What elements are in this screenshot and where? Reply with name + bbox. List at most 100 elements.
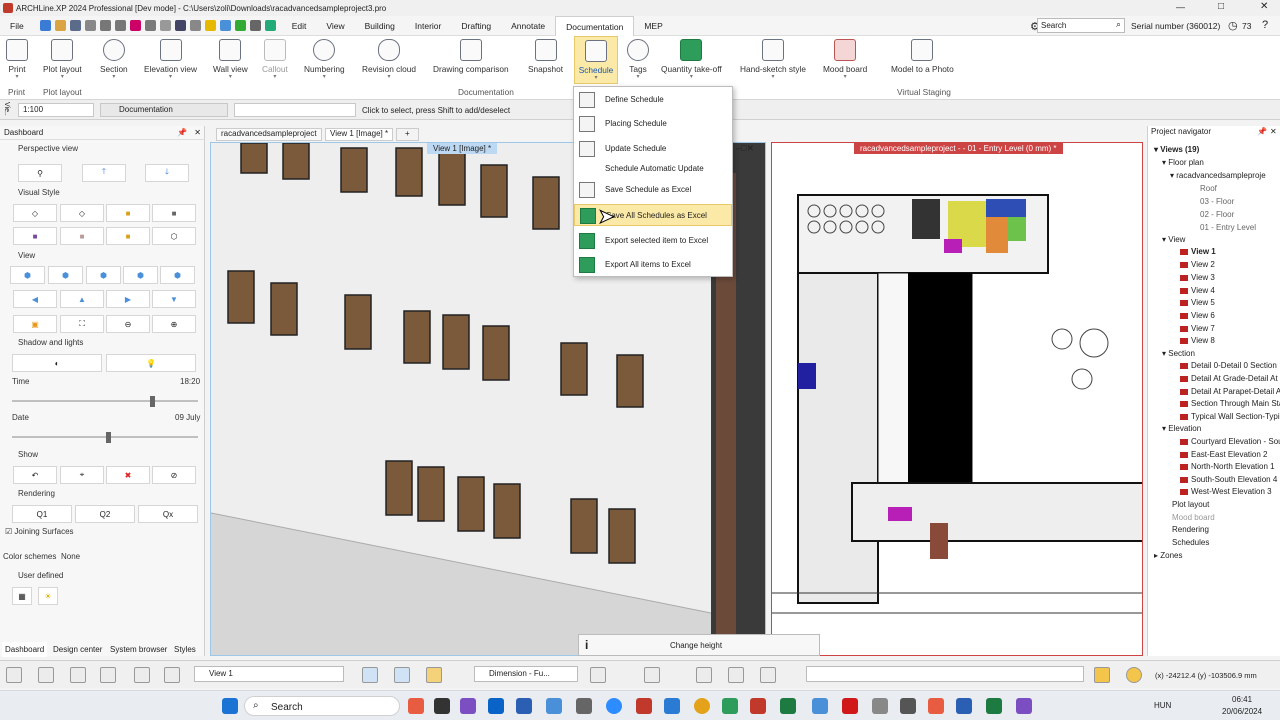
- navigator-close-icon[interactable]: ✕: [1270, 127, 1277, 136]
- windows-start-icon[interactable]: [222, 698, 238, 714]
- window-icon[interactable]: [219, 20, 231, 31]
- menu-drafting[interactable]: Drafting: [451, 16, 501, 36]
- app-icon-17[interactable]: [872, 698, 888, 714]
- search-box[interactable]: Search ⌕: [1037, 18, 1125, 33]
- nav-section-3[interactable]: Detail At Parapet-Detail A: [1180, 387, 1280, 396]
- app-icon-12[interactable]: [722, 698, 738, 714]
- nav-rendering[interactable]: Rendering: [1172, 525, 1209, 534]
- nav-elevation-2[interactable]: East-East Elevation 2: [1180, 450, 1267, 459]
- redo-icon[interactable]: [114, 20, 126, 31]
- app-icon-15[interactable]: [812, 698, 828, 714]
- style-shaded-button[interactable]: ■: [106, 204, 150, 222]
- style-sketch-button[interactable]: ■: [106, 227, 150, 245]
- view-right-button[interactable]: ⬢: [123, 266, 158, 284]
- nav-elevation-1[interactable]: Courtyard Elevation - Sou: [1180, 437, 1280, 446]
- style-color-button[interactable]: ■: [13, 227, 57, 245]
- outlook-icon[interactable]: [488, 698, 504, 714]
- nav-section-2[interactable]: Detail At Grade-Detail At: [1180, 374, 1278, 383]
- search-icon[interactable]: ⌕: [1116, 19, 1121, 30]
- nav-zones[interactable]: ▸ Zones: [1154, 551, 1182, 560]
- app-icon-14[interactable]: [780, 698, 796, 714]
- iso-nw-button[interactable]: ▼: [152, 290, 196, 308]
- nav-views[interactable]: ▾ Views (19): [1154, 145, 1199, 154]
- zoom-icon[interactable]: [606, 698, 622, 714]
- nav-plot-layout[interactable]: Plot layout: [1172, 500, 1209, 509]
- new-icon[interactable]: [39, 20, 51, 31]
- schedule-button[interactable]: Schedule ▾: [574, 36, 618, 84]
- nav-view-6[interactable]: View 6: [1180, 311, 1215, 320]
- time-slider-thumb[interactable]: [150, 396, 155, 407]
- save-schedule-excel-item[interactable]: Save Schedule as Excel: [574, 179, 732, 201]
- measure-icon[interactable]: [144, 20, 156, 31]
- elevation-view-button[interactable]: Elevation view ▾: [144, 36, 197, 80]
- nav-view-8[interactable]: View 8: [1180, 336, 1215, 345]
- callout-button[interactable]: Callout ▾: [262, 36, 288, 80]
- acrobat-icon[interactable]: [842, 698, 858, 714]
- target-icon[interactable]: [728, 667, 744, 683]
- zoom-in-button[interactable]: ⊕: [152, 315, 196, 333]
- menu-annotate[interactable]: Annotate: [501, 16, 555, 36]
- style-wire-button[interactable]: ◇: [13, 204, 57, 222]
- level-down-icon[interactable]: [394, 667, 410, 683]
- add-icon[interactable]: [264, 20, 276, 31]
- taskbar-search[interactable]: ⌕ Search: [244, 696, 400, 716]
- nav-roof[interactable]: Roof: [1200, 184, 1217, 193]
- visual-studio-icon[interactable]: [460, 698, 476, 714]
- paint-icon[interactable]: [129, 20, 141, 31]
- nav-elevation-5[interactable]: West-West Elevation 3: [1180, 487, 1272, 496]
- menu-file[interactable]: File: [0, 16, 34, 36]
- zoom-window-button[interactable]: ▣: [13, 315, 57, 333]
- language-indicator[interactable]: HUN: [1154, 701, 1171, 710]
- quantity-takeoff-button[interactable]: Quantity take-off ▾: [661, 36, 722, 80]
- zoom-out-button[interactable]: ⊖: [106, 315, 150, 333]
- render-q1-button[interactable]: Q1: [12, 505, 72, 523]
- menu-interior[interactable]: Interior: [405, 16, 451, 36]
- numbering-button[interactable]: Numbering ▾: [304, 36, 345, 80]
- word-icon[interactable]: [516, 698, 532, 714]
- section-shadow-lights[interactable]: Shadow and lights: [18, 338, 83, 347]
- app-icon-9[interactable]: [636, 698, 652, 714]
- save-icon[interactable]: [69, 20, 81, 31]
- nav-floorplan-project[interactable]: ▾ racadvancedsampleproje: [1170, 171, 1266, 180]
- nav-floor-plan[interactable]: ▾ Floor plan: [1162, 158, 1204, 167]
- style-texture-button[interactable]: ■: [60, 227, 104, 245]
- light-toggle[interactable]: 💡: [106, 354, 196, 372]
- hand-sketch-style-button[interactable]: Hand-sketch style ▾: [740, 36, 806, 80]
- nav-view-7[interactable]: View 7: [1180, 324, 1215, 333]
- nav-view-2[interactable]: View 2: [1180, 260, 1215, 269]
- doc-tab-project[interactable]: racadvancedsampleproject: [216, 128, 322, 141]
- undo-arrow-icon[interactable]: [70, 667, 86, 683]
- zoom-extents-button[interactable]: ⛶: [60, 315, 104, 333]
- command-input[interactable]: [806, 666, 1084, 682]
- show-hide-button[interactable]: ⊘: [152, 466, 196, 484]
- layer-select[interactable]: Documentation: [100, 103, 228, 117]
- doc-tab-add[interactable]: +: [396, 128, 419, 141]
- app-icon-10[interactable]: [664, 698, 680, 714]
- section-user-defined[interactable]: User defined: [18, 571, 63, 580]
- star-icon[interactable]: [204, 20, 216, 31]
- color-schemes-value[interactable]: None: [61, 552, 80, 561]
- app-icon-18[interactable]: [900, 698, 916, 714]
- nav-section-1[interactable]: Detail 0-Detail 0 Section: [1180, 361, 1277, 370]
- pin-icon[interactable]: 📌: [177, 126, 187, 140]
- model-to-photo-button[interactable]: Model to a Photo: [891, 36, 954, 74]
- time-slider[interactable]: [12, 400, 198, 402]
- view3d-window-controls[interactable]: –□✕: [736, 143, 754, 154]
- menu-edit[interactable]: Edit: [282, 16, 317, 36]
- define-schedule-item[interactable]: Define Schedule: [574, 89, 732, 111]
- nav-elevation-3[interactable]: North-North Elevation 1: [1180, 462, 1275, 471]
- section-rendering[interactable]: Rendering: [18, 489, 55, 498]
- user-sun-button[interactable]: ☀: [38, 587, 58, 605]
- eye-icon[interactable]: [696, 667, 712, 683]
- close-button[interactable]: ✕: [1260, 1, 1268, 12]
- level-up-icon[interactable]: [362, 667, 378, 683]
- menu-mep[interactable]: MEP: [634, 16, 672, 36]
- export-all-excel-item[interactable]: Export All items to Excel: [574, 254, 732, 276]
- view-select[interactable]: View 1: [194, 666, 344, 682]
- nav-01-entry[interactable]: 01 - Entry Level: [1200, 223, 1256, 232]
- view-back-button[interactable]: ⬢: [48, 266, 83, 284]
- app-icon-6[interactable]: [546, 698, 562, 714]
- check-icon[interactable]: [234, 20, 246, 31]
- iso-se-button[interactable]: ▲: [60, 290, 104, 308]
- navigator-pin-icon[interactable]: 📌: [1257, 127, 1267, 136]
